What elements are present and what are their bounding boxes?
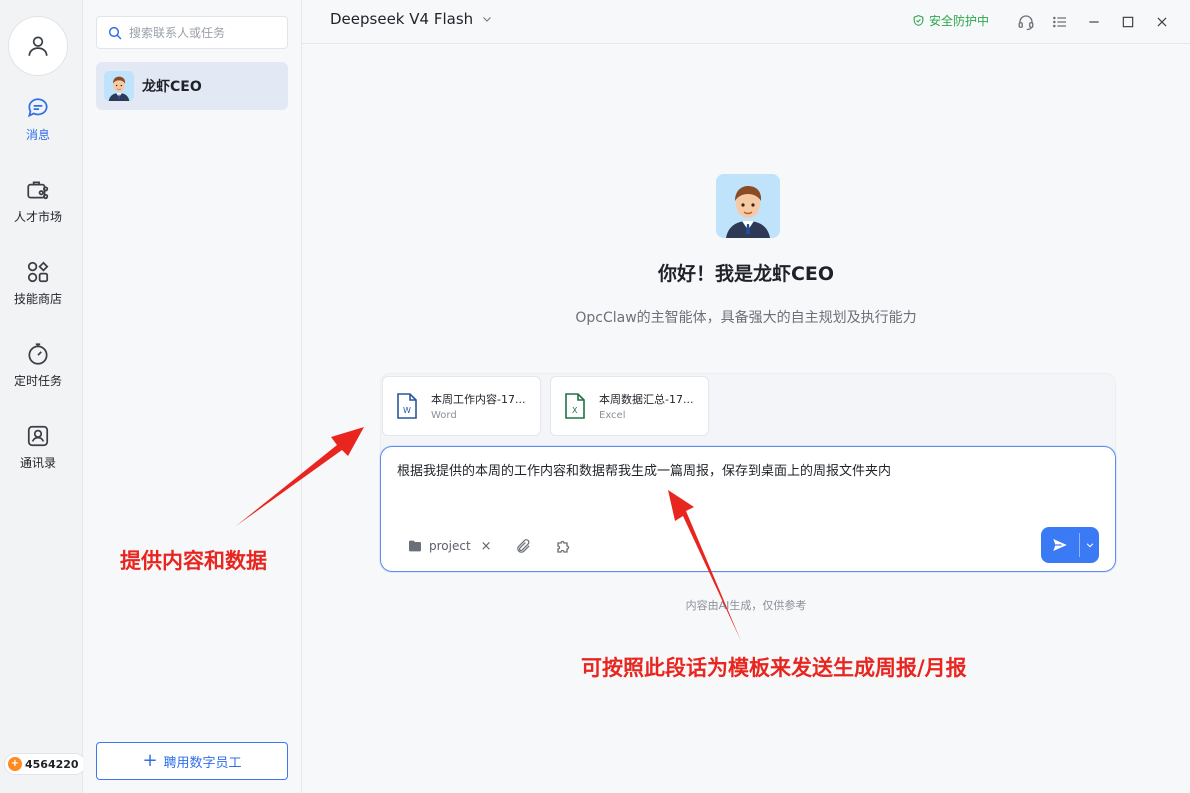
- attachment-name: 本周数据汇总-17...: [599, 393, 694, 406]
- project-folder-chip[interactable]: project ×: [407, 538, 492, 554]
- minimize-button[interactable]: [1082, 10, 1106, 34]
- search-box: [96, 16, 288, 49]
- model-name: Deepseek V4 Flash: [330, 10, 474, 28]
- hire-digital-employee-button[interactable]: + 聘用数字员工: [96, 742, 288, 780]
- close-icon: [1157, 17, 1167, 27]
- menu-list-button[interactable]: [1048, 10, 1072, 34]
- send-button[interactable]: [1041, 527, 1079, 563]
- folder-label: project: [429, 539, 471, 553]
- sidebar-item-label: 定时任务: [13, 374, 62, 388]
- message-composer: 根据我提供的本周的工作内容和数据帮我生成一篇周报，保存到桌面上的周报文件夹内 p…: [380, 446, 1116, 572]
- shield-check-icon: [913, 15, 924, 26]
- paperclip-icon: [517, 538, 530, 553]
- attachment-name: 本周工作内容-17...: [431, 393, 526, 406]
- annotation-right: 可按照此段话为模板来发送生成周报/月报: [581, 656, 967, 680]
- list-icon: [1053, 16, 1066, 28]
- excel-file-icon: X: [565, 393, 585, 419]
- agent-avatar: [104, 71, 134, 101]
- sidebar-item-scheduled-tasks[interactable]: 定时任务: [0, 341, 76, 405]
- user-avatar-button[interactable]: [8, 16, 68, 76]
- sidebar-item-skill-store[interactable]: 技能商店: [0, 259, 76, 323]
- maximize-icon: [1122, 16, 1134, 28]
- contact-panel: 龙虾CEO + 聘用数字员工: [83, 0, 302, 793]
- send-group: [1041, 527, 1099, 563]
- attachment-type: Excel: [599, 410, 626, 421]
- contact-item[interactable]: 龙虾CEO: [96, 62, 288, 110]
- contact-name: 龙虾CEO: [142, 79, 202, 95]
- ai-disclaimer: 内容由AI生成，仅供参考: [685, 599, 807, 612]
- points-badge[interactable]: + 4564220: [4, 753, 86, 775]
- attachment-type: Word: [431, 410, 457, 421]
- annotation-left: 提供内容和数据: [120, 549, 267, 573]
- apps-grid-icon: [27, 261, 49, 283]
- puzzle-icon: [556, 540, 569, 553]
- svg-text:W: W: [403, 406, 411, 415]
- sidebar-item-label: 消息: [25, 128, 50, 142]
- plus-icon: +: [142, 750, 158, 771]
- close-button[interactable]: [1150, 10, 1174, 34]
- folder-icon: [409, 540, 421, 552]
- chat-bubble-icon: [28, 98, 48, 118]
- support-headset-button[interactable]: [1014, 10, 1038, 34]
- welcome-title: 你好！我是龙虾CEO: [657, 263, 835, 285]
- sidebar-item-talent-market[interactable]: 人才市场: [0, 177, 76, 241]
- minimize-icon: [1089, 21, 1099, 23]
- message-input[interactable]: 根据我提供的本周的工作内容和数据帮我生成一篇周报，保存到桌面上的周报文件夹内: [397, 460, 1097, 479]
- sidebar-item-label: 通讯录: [19, 456, 56, 470]
- topbar: Deepseek V4 Flash 安全防护中: [302, 0, 1190, 44]
- plugin-button[interactable]: [554, 536, 574, 556]
- composer-toolbar: project ×: [407, 536, 574, 556]
- send-icon: [1053, 539, 1067, 551]
- sidebar-item-messages[interactable]: 消息: [0, 95, 76, 159]
- agent-hero-avatar: [716, 174, 780, 238]
- sidebar-item-label: 人才市场: [13, 210, 62, 224]
- search-icon: [108, 26, 122, 40]
- contact-card-icon: [27, 425, 49, 447]
- attachment-card-word[interactable]: W 本周工作内容-17... Word: [382, 376, 541, 436]
- headset-icon: [1018, 15, 1034, 31]
- user-icon: [28, 36, 48, 56]
- send-options-button[interactable]: [1080, 527, 1099, 563]
- chevron-down-icon: [1086, 543, 1093, 548]
- attach-file-button[interactable]: [514, 536, 534, 556]
- model-selector[interactable]: Deepseek V4 Flash: [330, 10, 493, 28]
- stopwatch-icon: [28, 343, 48, 365]
- hire-button-label: 聘用数字员工: [163, 755, 242, 771]
- word-file-icon: W: [397, 393, 417, 419]
- attachments-tray: W 本周工作内容-17... Word X 本周数据汇总-17... Excel: [380, 373, 1116, 453]
- briefcase-share-icon: [27, 181, 49, 200]
- chevron-down-icon: [483, 17, 491, 22]
- sidebar-item-label: 技能商店: [13, 292, 62, 306]
- maximize-button[interactable]: [1116, 10, 1140, 34]
- welcome-subtitle: OpcClaw的主智能体，具备强大的自主规划及执行能力: [575, 310, 917, 326]
- security-label: 安全防护中: [929, 14, 990, 28]
- sidebar-item-contacts[interactable]: 通讯录: [0, 423, 76, 487]
- svg-text:X: X: [572, 406, 578, 415]
- points-value: 4564220: [25, 757, 79, 771]
- left-rail: 消息 人才市场 技能商店 定时任务 通讯录 + 4564220: [0, 0, 86, 793]
- search-input[interactable]: [129, 25, 279, 40]
- remove-folder-icon[interactable]: ×: [481, 539, 492, 554]
- attachment-card-excel[interactable]: X 本周数据汇总-17... Excel: [550, 376, 709, 436]
- security-status[interactable]: 安全防护中: [912, 12, 989, 29]
- coin-icon: +: [8, 757, 22, 771]
